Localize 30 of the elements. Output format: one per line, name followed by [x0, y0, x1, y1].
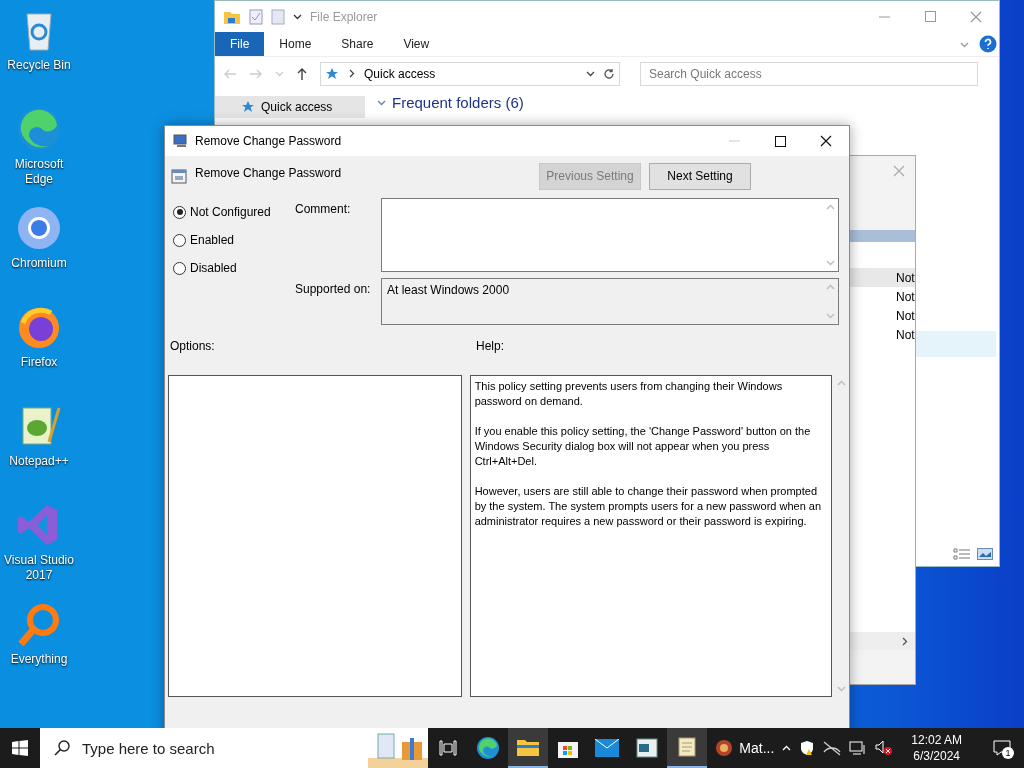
help-label: Help:: [476, 339, 504, 355]
notification-button[interactable]: 1: [980, 728, 1024, 768]
radio-option[interactable]: Disabled: [173, 260, 295, 276]
ribbon-tab[interactable]: File: [215, 32, 265, 56]
search-field[interactable]: Search Quick access: [640, 61, 978, 86]
ribbon-tab[interactable]: View: [388, 32, 445, 56]
ribbon-tab[interactable]: Share: [326, 32, 389, 56]
next-setting-button[interactable]: Next Setting: [649, 162, 751, 190]
running-app-button[interactable]: Mat...: [707, 728, 783, 768]
supported-on-field: At least Windows 2000: [381, 278, 839, 325]
radio-option[interactable]: Enabled: [173, 232, 295, 248]
taskbar-search-bar[interactable]: Type here to search: [39, 728, 428, 768]
comment-label: Comment:: [295, 202, 352, 216]
nav-item[interactable]: Quick access: [215, 96, 365, 118]
search-input[interactable]: Type here to search: [79, 738, 358, 758]
options-label: Options:: [170, 339, 216, 355]
help-paragraph: If you enable this policy setting, the 'Change Password' button on the Windows Security dialog box will not appear when you press Ctrl+Alt+Del.: [474, 424, 812, 469]
supported-on-label: Supported on:: [295, 282, 372, 296]
section-heading[interactable]: Frequent folders (6): [392, 93, 524, 111]
ribbon-tab[interactable]: Home: [264, 32, 327, 56]
radio-option[interactable]: Not Configured: [173, 204, 295, 220]
dialog-title: Remove Change Password: [195, 134, 342, 148]
help-paragraph: This policy setting prevents users from changing their Windows password on demand.: [474, 379, 784, 409]
address-text: Quick access: [364, 66, 437, 81]
notification-count: 1: [1002, 747, 1014, 759]
window-title: File Explorer: [310, 9, 378, 24]
setting-name: Remove Change Password: [195, 166, 342, 180]
address-bar[interactable]: Quick access: [320, 61, 620, 86]
help-paragraph: However, users are still able to change their password when prompted by the system. The system prompts users for a new password when an administrator requires a new password or their password is expiring.: [474, 484, 823, 529]
clock[interactable]: 12:02 AM 6/3/2024: [901, 732, 972, 764]
